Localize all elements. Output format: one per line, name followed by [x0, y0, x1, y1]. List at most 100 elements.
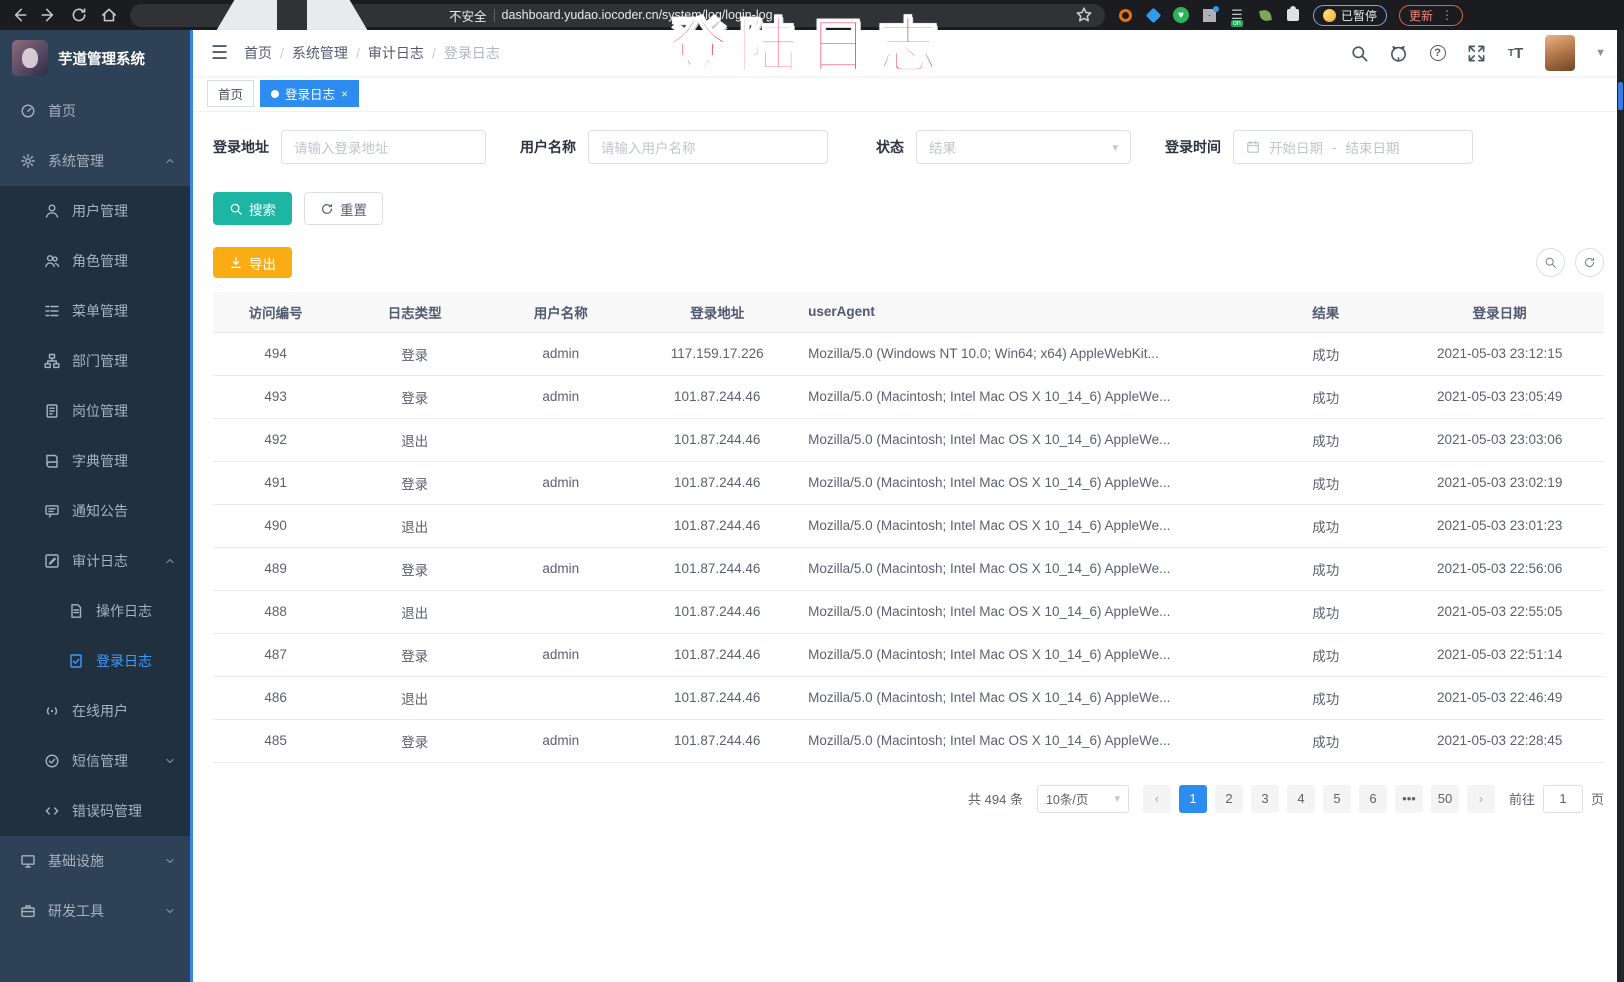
- breadcrumb-item[interactable]: 系统管理: [292, 43, 348, 63]
- login-log-table: 访问编号日志类型用户名称登录地址userAgent结果登录日期 494登录adm…: [213, 292, 1604, 763]
- extension-gem-icon[interactable]: [1145, 7, 1161, 23]
- zoom-table-button[interactable]: [1536, 248, 1565, 277]
- status-label: 状态: [876, 137, 904, 157]
- paused-extension-badge[interactable]: 已暂停: [1313, 5, 1387, 26]
- sidebar-item-login-log[interactable]: 登录日志: [0, 636, 190, 686]
- username-input[interactable]: 请输入用户名称: [588, 130, 828, 164]
- page-button-3[interactable]: 3: [1251, 785, 1279, 813]
- extension-leaf-icon[interactable]: [1257, 7, 1273, 23]
- cell: 成功: [1256, 461, 1395, 504]
- table-row[interactable]: 488退出101.87.244.46Mozilla/5.0 (Macintosh…: [213, 590, 1604, 633]
- table-row[interactable]: 494登录admin117.159.17.226Mozilla/5.0 (Win…: [213, 332, 1604, 375]
- chevron-down-icon[interactable]: ▼: [1595, 47, 1606, 59]
- close-icon[interactable]: ×: [341, 87, 348, 101]
- login-address-input[interactable]: 请输入登录地址: [281, 130, 486, 164]
- edit-icon: [44, 553, 60, 569]
- sidebar-item-operate-log[interactable]: 操作日志: [0, 586, 190, 636]
- sidebar-item-label: 菜单管理: [72, 301, 176, 321]
- sidebar-item-sms-mgmt[interactable]: 短信管理: [0, 736, 190, 786]
- breadcrumb-item[interactable]: 审计日志: [368, 43, 424, 63]
- tab-登录日志[interactable]: 登录日志×: [260, 80, 359, 107]
- table-row[interactable]: 492退出101.87.244.46Mozilla/5.0 (Macintosh…: [213, 418, 1604, 461]
- page-button-2[interactable]: 2: [1215, 785, 1243, 813]
- extension-grid-icon[interactable]: [1201, 7, 1217, 23]
- bookmark-star-icon[interactable]: [1075, 6, 1093, 24]
- chevron-down-icon: [164, 905, 176, 917]
- column-header: 访问编号: [213, 292, 338, 332]
- page-button-6[interactable]: 6: [1359, 785, 1387, 813]
- browser-scrollbar[interactable]: [1617, 30, 1624, 982]
- page-button-50[interactable]: 50: [1431, 785, 1459, 813]
- extensions-puzzle-icon[interactable]: [1285, 7, 1301, 23]
- update-button[interactable]: 更新 ⋮: [1399, 5, 1463, 26]
- export-button[interactable]: 导出: [213, 247, 292, 278]
- cell: 登录: [338, 547, 491, 590]
- app-title: 芋道管理系统: [58, 48, 145, 69]
- page-button-5[interactable]: 5: [1323, 785, 1351, 813]
- next-page-button[interactable]: ›: [1467, 785, 1495, 813]
- search-icon[interactable]: [1350, 44, 1369, 63]
- sidebar-item-user-mgmt[interactable]: 用户管理: [0, 186, 190, 236]
- cell: Mozilla/5.0 (Macintosh; Intel Mac OS X 1…: [804, 461, 1256, 504]
- sidebar-item-role-mgmt[interactable]: 角色管理: [0, 236, 190, 286]
- page-button-4[interactable]: 4: [1287, 785, 1315, 813]
- date-start-placeholder: 开始日期: [1269, 137, 1323, 157]
- search-button[interactable]: 搜索: [213, 192, 292, 225]
- table-row[interactable]: 485登录admin101.87.244.46Mozilla/5.0 (Maci…: [213, 719, 1604, 762]
- table-row[interactable]: 493登录admin101.87.244.46Mozilla/5.0 (Maci…: [213, 375, 1604, 418]
- kebab-menu-icon[interactable]: ⋮: [1441, 8, 1453, 22]
- date-range-picker[interactable]: 开始日期 - 结束日期: [1233, 130, 1473, 164]
- page-button-1[interactable]: 1: [1179, 785, 1207, 813]
- total-count: 共 494 条: [968, 789, 1023, 808]
- refresh-table-button[interactable]: [1575, 248, 1604, 277]
- browser-back-icon[interactable]: [10, 6, 28, 24]
- pagination: 共 494 条 10条/页 ▾ ‹ 123456•••50› 前往 1 页: [213, 785, 1604, 813]
- extension-green-icon[interactable]: ♥: [1173, 7, 1189, 23]
- app-logo[interactable]: 芋道管理系统: [0, 30, 190, 86]
- extension-list-icon[interactable]: ☰: [1229, 7, 1245, 23]
- font-size-icon[interactable]: TT: [1506, 44, 1525, 63]
- prev-page-button[interactable]: ‹: [1143, 785, 1171, 813]
- refresh-icon: [320, 202, 334, 216]
- fullscreen-icon[interactable]: [1467, 44, 1486, 63]
- sidebar-item-dept-mgmt[interactable]: 部门管理: [0, 336, 190, 386]
- reset-button[interactable]: 重置: [304, 192, 383, 225]
- scrollbar-thumb[interactable]: [1618, 82, 1623, 110]
- hamburger-icon[interactable]: ☰: [211, 42, 228, 65]
- cell: 2021-05-03 22:56:06: [1395, 547, 1604, 590]
- extension-orange-icon[interactable]: [1117, 7, 1133, 23]
- table-row[interactable]: 487登录admin101.87.244.46Mozilla/5.0 (Maci…: [213, 633, 1604, 676]
- table-row[interactable]: 489登录admin101.87.244.46Mozilla/5.0 (Maci…: [213, 547, 1604, 590]
- sidebar-item-error-code-mgmt[interactable]: 错误码管理: [0, 786, 190, 836]
- address-bar[interactable]: 不安全 dashboard.yudao.iocoder.cn/system/lo…: [130, 4, 1105, 27]
- sidebar-item-menu-mgmt[interactable]: 菜单管理: [0, 286, 190, 336]
- tab-首页[interactable]: 首页: [207, 80, 254, 107]
- status-select[interactable]: 结果 ▾: [916, 130, 1131, 164]
- sidebar-item-system-mgmt[interactable]: 系统管理: [0, 136, 190, 186]
- browser-home-icon[interactable]: [100, 6, 118, 24]
- overlay-annotation: 登陆日志: [668, 0, 948, 85]
- sidebar-item-audit-log[interactable]: 审计日志: [0, 536, 190, 586]
- cell: 登录: [338, 719, 491, 762]
- sidebar-item-post-mgmt[interactable]: 岗位管理: [0, 386, 190, 436]
- user-avatar[interactable]: [1545, 35, 1575, 71]
- cell: 101.87.244.46: [630, 547, 804, 590]
- breadcrumb-item[interactable]: 首页: [244, 43, 272, 63]
- sidebar-item-dict-mgmt[interactable]: 字典管理: [0, 436, 190, 486]
- sidebar-item-home[interactable]: 首页: [0, 86, 190, 136]
- jump-page-input[interactable]: 1: [1543, 785, 1583, 813]
- table-row[interactable]: 490退出101.87.244.46Mozilla/5.0 (Macintosh…: [213, 504, 1604, 547]
- more-pages-button[interactable]: •••: [1395, 785, 1423, 813]
- sidebar-item-dev-tools[interactable]: 研发工具: [0, 886, 190, 936]
- sidebar-item-infrastructure[interactable]: 基础设施: [0, 836, 190, 886]
- help-icon[interactable]: ?: [1428, 44, 1447, 63]
- table-row[interactable]: 491登录admin101.87.244.46Mozilla/5.0 (Maci…: [213, 461, 1604, 504]
- page-size-select[interactable]: 10条/页 ▾: [1037, 785, 1129, 813]
- table-row[interactable]: 486退出101.87.244.46Mozilla/5.0 (Macintosh…: [213, 676, 1604, 719]
- browser-reload-icon[interactable]: [70, 6, 88, 24]
- chevron-up-icon: [164, 555, 176, 567]
- sidebar-item-online-users[interactable]: 在线用户: [0, 686, 190, 736]
- browser-forward-icon[interactable]: [40, 6, 58, 24]
- github-icon[interactable]: [1389, 44, 1408, 63]
- sidebar-item-notice[interactable]: 通知公告: [0, 486, 190, 536]
